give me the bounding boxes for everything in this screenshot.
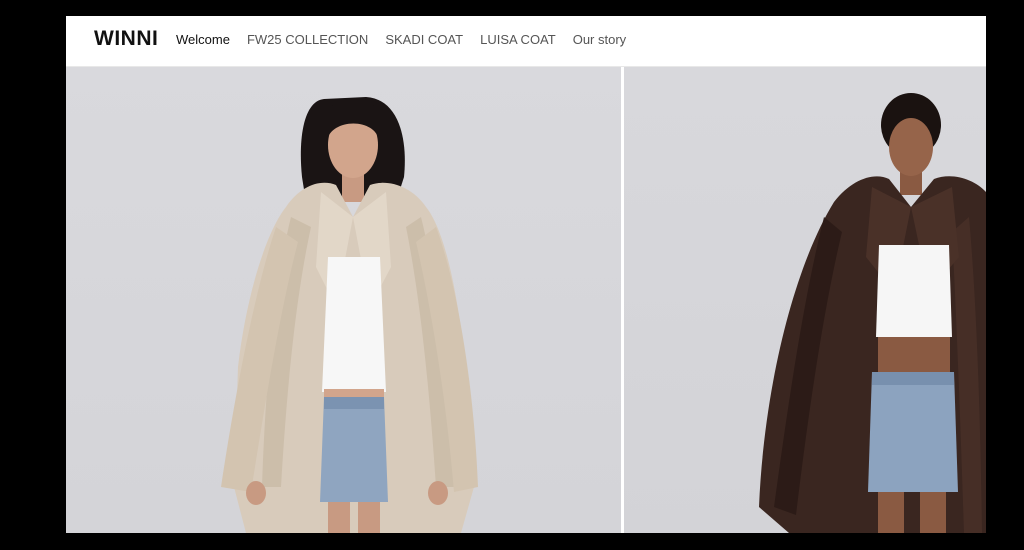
nav-item-luisa-coat[interactable]: LUISA COAT [480, 32, 556, 48]
nav-item-skadi-coat[interactable]: SKADI COAT [385, 32, 463, 48]
hero-gallery [66, 67, 986, 533]
main-nav: Welcome FW25 COLLECTION SKADI COAT LUISA… [176, 32, 643, 48]
site-header: WINNI Welcome FW25 COLLECTION SKADI COAT… [66, 16, 986, 67]
brand-logo[interactable]: WINNI [94, 27, 158, 51]
gallery-photo-brown-coat[interactable] [624, 67, 986, 533]
browser-page: WINNI Welcome FW25 COLLECTION SKADI COAT… [66, 16, 986, 533]
nav-item-welcome[interactable]: Welcome [176, 32, 230, 48]
cream-coat-model-illustration [221, 97, 478, 533]
gallery-photo-cream-coat[interactable] [66, 67, 621, 533]
brown-coat-model-illustration [759, 93, 986, 533]
nav-item-our-story[interactable]: Our story [573, 32, 626, 48]
nav-item-fw25-collection[interactable]: FW25 COLLECTION [247, 32, 368, 48]
